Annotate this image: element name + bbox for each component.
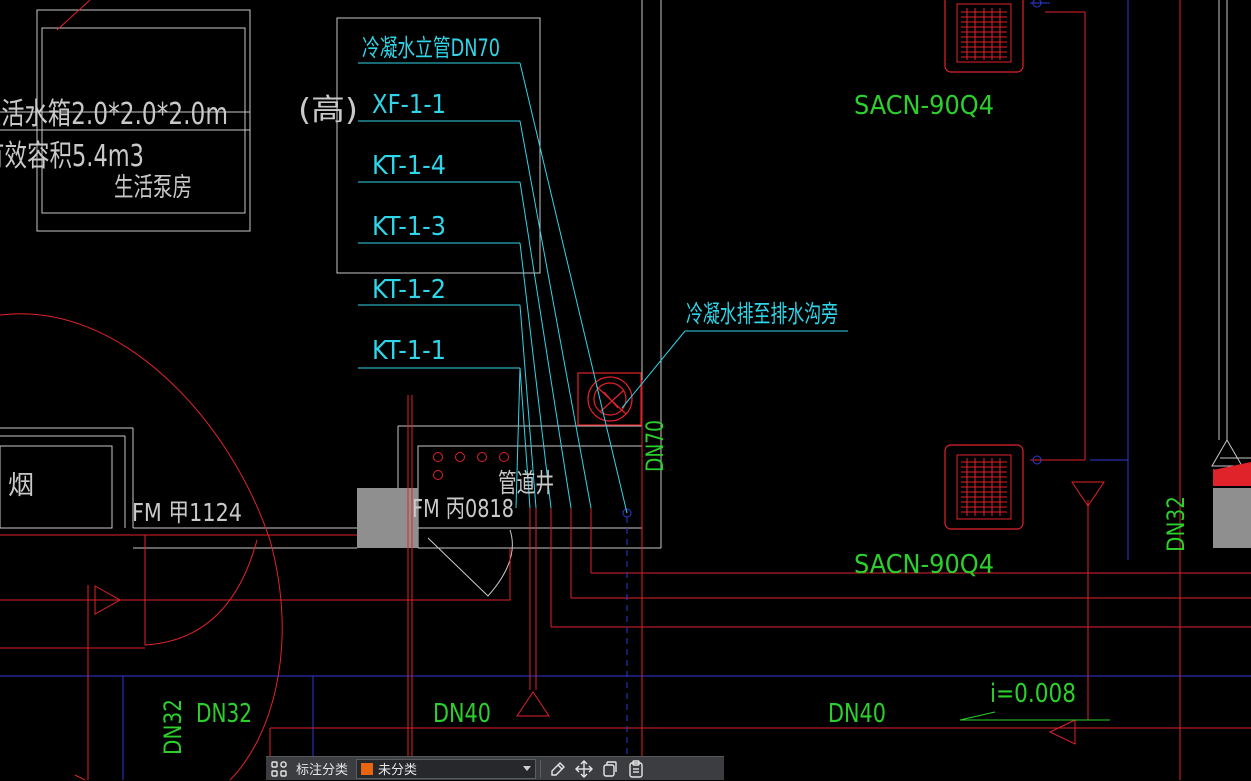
tall-mark-label: (高) [298,93,358,128]
column-block-right [1213,488,1251,548]
category-select[interactable]: 未分类 [356,758,537,779]
kt-1-4-label: KT-1-4 [372,151,446,181]
kt-1-3-label: KT-1-3 [372,212,446,242]
toolbar-divider [540,759,542,778]
category-select-value: 未分类 [378,762,418,777]
copy-icon[interactable] [597,757,623,781]
column-block-left [357,488,418,548]
cad-drawing-canvas[interactable]: 生活水箱2.0*2.0*2.0m 有效容积5.4m3 (高) 生活泵房 烟 FM… [0,0,1251,780]
effective-volume-label: 有效容积5.4m3 [0,139,144,174]
water-tank-label: 生活水箱2.0*2.0*2.0m [0,97,228,132]
edit-icon[interactable] [545,757,571,781]
kt-1-1-label: KT-1-1 [372,336,446,366]
door-fm-a-label: FM 甲1124 [132,498,242,527]
xf-1-1-label: XF-1-1 [372,90,446,120]
dn40-mid-label: DN40 [433,699,491,729]
move-icon[interactable] [571,757,597,781]
pipe-shaft-label: 管道井 [498,469,554,499]
dn32-left-label: DN32 [196,699,252,729]
smoke-label: 烟 [8,471,34,501]
unit-top-label: SACN-90Q4 [854,91,994,121]
dn32-left-vertical-label: DN32 [159,699,187,755]
chevron-down-icon [523,766,532,771]
category-label: 标注分类 [296,762,349,777]
annotation-toolbar: 标注分类 未分类 [266,756,724,780]
dn70-label: DN70 [641,420,669,472]
dn40-right-label: DN40 [828,699,886,729]
pump-room-label: 生活泵房 [114,173,192,203]
dn32-right-label: DN32 [1162,496,1190,552]
slope-label: i=0.008 [990,679,1076,709]
category-color-swatch [361,762,374,775]
grid-icon[interactable] [266,757,292,781]
condensate-riser-label: 冷凝水立管DN70 [362,34,500,62]
paste-icon[interactable] [623,757,649,781]
drain-note-label: 冷凝水排至排水沟旁 [686,300,838,328]
kt-1-2-label: KT-1-2 [372,275,446,305]
unit-bottom-label: SACN-90Q4 [854,550,994,580]
